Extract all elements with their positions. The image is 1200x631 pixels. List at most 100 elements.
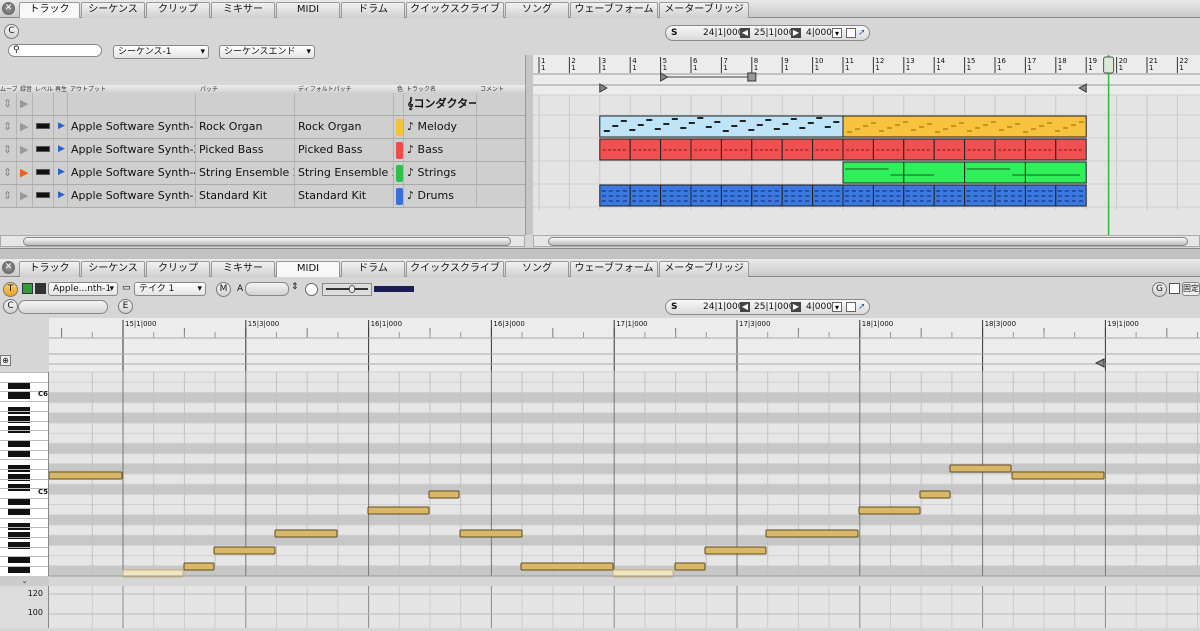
tab-sequence[interactable]: シーケンス: [81, 2, 145, 18]
melody-region[interactable]: [599, 115, 844, 138]
tab-track[interactable]: トラック: [19, 2, 80, 18]
locator-start[interactable]: 24|1|000: [703, 26, 743, 40]
track-name-cell[interactable]: ♪ Bass: [404, 139, 477, 161]
black-key[interactable]: [8, 542, 30, 549]
zoom-icon[interactable]: ⊕: [0, 355, 11, 366]
tab-midi[interactable]: MIDI: [276, 261, 340, 277]
arrange-area[interactable]: 1 1 2 1 3 1 4 1 5 1 6 1 7 1 8 1 9 1 10 1 11 1 12 1 13 1 14 1 15 1 16 1 1…: [533, 55, 1200, 235]
close-icon[interactable]: ✕: [2, 2, 15, 15]
track-patch[interactable]: String Ensemble 2: [196, 162, 295, 184]
solo-icon[interactable]: [35, 283, 46, 294]
black-key[interactable]: [8, 382, 30, 389]
midi-note[interactable]: [1011, 471, 1105, 480]
track-output[interactable]: Apple Software Synth-1: [68, 116, 196, 138]
track-patch[interactable]: Picked Bass: [196, 139, 295, 161]
track-row[interactable]: ⇕ ▶ ▶ Apple Software Synth-2 Picked Bass Pick…: [0, 139, 525, 162]
a-input[interactable]: [245, 282, 289, 296]
track-row[interactable]: ⇕ ▶ ▶ Apple Software Synth-1 Rock Organ Rock …: [0, 116, 525, 139]
track-patch[interactable]: Standard Kit: [196, 185, 295, 207]
melody-region[interactable]: [842, 115, 1087, 138]
piano-roll-area[interactable]: 15|1|000 15|3|000 16|1|000 16|3|000 17|1|000…: [48, 318, 1200, 628]
black-key[interactable]: [8, 392, 30, 399]
track-default-patch[interactable]: Picked Bass: [295, 139, 394, 161]
tab-mixer[interactable]: ミキサー: [211, 261, 275, 277]
track-color-swatch[interactable]: [396, 165, 403, 182]
tab-clip[interactable]: クリップ: [146, 261, 210, 277]
record-arm-icon[interactable]: ▶: [17, 116, 33, 138]
move-handle-icon[interactable]: ⇕: [0, 116, 17, 138]
track-name-cell[interactable]: ♪ Drums: [404, 185, 477, 207]
m-button[interactable]: M: [216, 282, 231, 297]
arrange-hscroll[interactable]: [533, 235, 1200, 247]
piano-roll-svg[interactable]: 15|1|000 15|3|000 16|1|000 16|3|000 17|1|000…: [48, 318, 1200, 628]
play-icon[interactable]: ▶: [58, 144, 65, 154]
tab-song[interactable]: ソング: [505, 2, 569, 18]
midi-note[interactable]: [765, 529, 859, 538]
track-row[interactable]: ⇕ ▶ ▶ Apple Software Synth-10 Standard Kit St…: [0, 185, 525, 208]
track-comment[interactable]: [477, 116, 525, 138]
cursor-icon[interactable]: ➚: [858, 26, 866, 40]
tab-sequence[interactable]: シーケンス: [81, 261, 145, 277]
tab-quickscribe[interactable]: クイックスクライブ: [406, 261, 504, 277]
strings-region[interactable]: [842, 161, 905, 184]
tab-waveform[interactable]: ウェーブフォーム: [570, 261, 658, 277]
tab-waveform[interactable]: ウェーブフォーム: [570, 2, 658, 18]
loop-icon[interactable]: [846, 302, 856, 312]
track-output[interactable]: Apple Software Synth-10: [68, 185, 196, 207]
track-color-swatch[interactable]: [396, 188, 403, 205]
grid-icon[interactable]: [1169, 283, 1180, 294]
track-patch[interactable]: Rock Organ: [196, 116, 295, 138]
locator-length[interactable]: 4|000: [806, 300, 832, 314]
tab-midi[interactable]: MIDI: [276, 2, 340, 18]
track-row[interactable]: ⇕ ▶ ▶ Apple Software Synth-4 String Ensemble…: [0, 162, 525, 185]
strings-region[interactable]: [1024, 161, 1087, 184]
track-name-cell[interactable]: ♪ Melody: [404, 116, 477, 138]
sequence-select[interactable]: シーケンス-1: [113, 45, 209, 59]
midi-note[interactable]: [858, 506, 921, 515]
black-key[interactable]: [8, 450, 30, 457]
take-select[interactable]: テイク 1: [134, 282, 206, 296]
set-end-icon[interactable]: ▶: [791, 302, 801, 312]
midi-note[interactable]: [367, 506, 430, 515]
velocity-lane[interactable]: [49, 586, 1200, 628]
cursor-icon[interactable]: ➚: [858, 300, 866, 314]
move-handle-icon[interactable]: ⇕: [0, 139, 17, 161]
s-button[interactable]: S: [671, 300, 677, 314]
set-start-icon[interactable]: ◀: [740, 28, 750, 38]
record-arm-icon[interactable]: ▶: [17, 162, 33, 184]
strings-region[interactable]: [903, 161, 966, 184]
velocity-collapse-icon[interactable]: ⌄: [0, 576, 49, 586]
midi-note[interactable]: [213, 546, 276, 555]
locator-start[interactable]: 24|1|000: [703, 300, 743, 314]
track-comment[interactable]: [477, 185, 525, 207]
black-key[interactable]: [8, 474, 30, 481]
midi-note[interactable]: [48, 471, 123, 480]
s-button[interactable]: S: [671, 26, 677, 40]
move-handle-icon[interactable]: ⇕: [0, 185, 17, 207]
track-default-patch[interactable]: String Ensemble 2: [295, 162, 394, 184]
midi-note[interactable]: [949, 464, 1012, 473]
midi-note[interactable]: [704, 546, 767, 555]
black-key[interactable]: [8, 416, 30, 423]
dropdown-icon[interactable]: ▾: [832, 302, 842, 312]
clock-icon[interactable]: [305, 283, 318, 296]
e-button[interactable]: E: [118, 299, 133, 314]
set-end-icon[interactable]: ▶: [791, 28, 801, 38]
c-button[interactable]: C: [3, 299, 18, 314]
strings-region[interactable]: [964, 161, 1026, 184]
g-button[interactable]: G: [1152, 282, 1167, 297]
quantize-slider[interactable]: [322, 283, 372, 296]
sequence-end-select[interactable]: シーケンスエンド: [219, 45, 315, 59]
c-input[interactable]: [18, 300, 108, 314]
set-start-icon[interactable]: ◀: [740, 302, 750, 312]
tab-drum[interactable]: ドラム: [341, 2, 405, 18]
output-select[interactable]: Apple...nth-1: [48, 282, 118, 296]
track-name-cell[interactable]: ♪ Strings: [404, 162, 477, 184]
midi-note[interactable]: [183, 562, 215, 571]
piano-keyboard[interactable]: C6 C5: [0, 372, 49, 577]
black-key[interactable]: [8, 508, 30, 515]
midi-note[interactable]: [428, 490, 460, 499]
black-key[interactable]: [8, 440, 30, 447]
fixed-button[interactable]: 固定: [1182, 282, 1200, 296]
record-enable-icon[interactable]: [22, 283, 33, 294]
